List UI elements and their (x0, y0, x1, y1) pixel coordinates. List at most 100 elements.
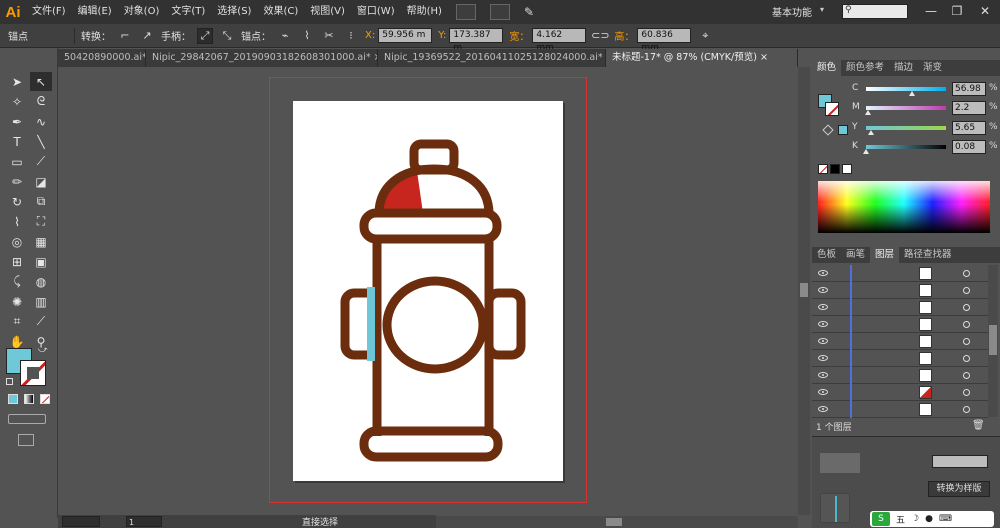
artboard-tool-icon[interactable]: ⌗ (6, 312, 28, 331)
target-circle-icon[interactable] (963, 338, 970, 345)
visibility-eye-icon[interactable] (818, 287, 828, 293)
target-circle-icon[interactable] (963, 389, 970, 396)
curvature-tool-icon[interactable]: ∿ (30, 112, 52, 131)
layers-scroll-thumb[interactable] (989, 325, 997, 355)
cyan-slider[interactable]: C 56.98 % (852, 82, 1000, 98)
hydrant-right-valve[interactable] (484, 288, 526, 360)
connect-anchor-icon[interactable]: ⌇ (299, 28, 315, 44)
visibility-eye-icon[interactable] (818, 355, 828, 361)
align-anchors-icon[interactable]: ⁝ (343, 28, 359, 44)
tab-gradient[interactable]: 渐变 (918, 60, 947, 76)
tab-document-2[interactable]: Nipic_29842067_20190903182608301000.ai* … (146, 49, 378, 67)
yellow-slider[interactable]: Y 5.65 % (852, 121, 1000, 137)
target-circle-icon[interactable] (963, 406, 970, 413)
tab-document-active[interactable]: 未标题-17* @ 87% (CMYK/预览) × (606, 49, 798, 67)
vertical-scroll-thumb[interactable] (800, 283, 808, 297)
visibility-eye-icon[interactable] (818, 304, 828, 310)
cyan-slider-knob[interactable] (908, 91, 915, 96)
layers-scrollbar[interactable] (988, 265, 998, 417)
menu-view[interactable]: 视图(V) (304, 0, 351, 24)
selection-tool-icon[interactable]: ➤ (6, 72, 28, 91)
target-circle-icon[interactable] (963, 287, 970, 294)
hydrant-body[interactable] (372, 239, 494, 436)
cyan-value-field[interactable]: 56.98 (952, 82, 986, 96)
target-circle-icon[interactable] (963, 304, 970, 311)
artboard-canvas[interactable] (58, 67, 798, 515)
symbol-sprayer-tool-icon[interactable]: ✺ (6, 292, 28, 311)
target-circle-icon[interactable] (963, 321, 970, 328)
black-value-field[interactable]: 0.08 (952, 140, 986, 154)
pen-tool-icon[interactable]: ✒ (6, 112, 28, 131)
black-slider[interactable]: K 0.08 % (852, 140, 1000, 156)
menu-window[interactable]: 窗口(W) (351, 0, 401, 24)
tab-color[interactable]: 颜色 (812, 60, 842, 76)
visibility-eye-icon[interactable] (818, 406, 828, 412)
black-color-swatch[interactable] (830, 164, 840, 174)
color-mode-button[interactable] (8, 394, 18, 404)
tab-document-1[interactable]: 50420890000.ai* × (58, 49, 146, 67)
scale-tool-icon[interactable]: ⧉ (30, 192, 52, 211)
list-item[interactable] (812, 316, 988, 333)
help-search-input[interactable]: ⚲ (842, 4, 908, 19)
blend-tool-icon[interactable]: ◍ (30, 272, 52, 291)
slice-tool-icon[interactable]: ⟋ (30, 312, 52, 331)
default-fill-stroke-icon[interactable] (6, 378, 13, 385)
minimize-button[interactable]: — (920, 2, 942, 20)
convert-smooth-icon[interactable]: ↗ (139, 28, 155, 44)
menu-select[interactable]: 选择(S) (211, 0, 257, 24)
magenta-slider-knob[interactable] (864, 110, 871, 115)
link-proportions-icon[interactable]: ⊂⊃ (591, 28, 609, 44)
none-color-swatch[interactable] (818, 164, 828, 174)
pencil-tool-icon[interactable]: ✏ (6, 172, 28, 191)
convert-corner-icon[interactable]: ⌐ (117, 28, 133, 44)
menu-edit[interactable]: 编辑(E) (72, 0, 118, 24)
arrange-documents-icon[interactable] (489, 4, 510, 20)
list-item[interactable] (812, 367, 988, 384)
stroke-color-swatch[interactable] (20, 360, 46, 386)
menu-file[interactable]: 文件(F) (26, 0, 72, 24)
workspace-switcher[interactable]: 基本功能 (772, 4, 812, 19)
hide-handles-icon[interactable]: ⤡ (219, 28, 235, 44)
bridge-icon[interactable] (455, 4, 476, 20)
direct-selection-tool-icon[interactable]: ↖ (30, 72, 52, 91)
gradient-mode-button[interactable] (24, 394, 34, 404)
eraser-tool-icon[interactable]: ◪ (30, 172, 52, 191)
swap-fill-stroke-icon[interactable]: ⤻ (38, 345, 48, 355)
magenta-value-field[interactable]: 2.2 (952, 101, 986, 115)
trash-icon[interactable]: 🗑 (972, 420, 985, 431)
white-color-swatch[interactable] (842, 164, 852, 174)
hydrant-base[interactable] (359, 426, 503, 462)
menu-effect[interactable]: 效果(C) (257, 0, 304, 24)
rectangle-tool-icon[interactable]: ▭ (6, 152, 28, 171)
visibility-eye-icon[interactable] (818, 321, 828, 327)
tab-layers[interactable]: 图层 (870, 247, 900, 263)
tab-swatches[interactable]: 色板 (812, 247, 841, 263)
black-slider-knob[interactable] (863, 149, 870, 154)
opacity-field[interactable] (932, 455, 988, 468)
color-panel-stroke-swatch[interactable] (825, 102, 839, 116)
tab-document-3[interactable]: Nipic_19369522_20160411025128024000.ai* … (378, 49, 606, 67)
artboard-navigation[interactable]: 1 (126, 516, 162, 527)
zoom-field[interactable] (62, 516, 100, 527)
fire-hydrant-illustration[interactable] (293, 101, 563, 481)
free-transform-tool-icon[interactable]: ⛶ (30, 212, 52, 231)
ime-mode-icon[interactable]: 五 (896, 513, 905, 526)
target-circle-icon[interactable] (963, 270, 970, 277)
list-item[interactable] (812, 384, 988, 401)
tab-color-guide[interactable]: 颜色参考 (841, 60, 889, 76)
y-coordinate-field[interactable]: 173.387 m (449, 28, 504, 53)
rotate-tool-icon[interactable]: ↻ (6, 192, 28, 211)
web-safe-swatch[interactable] (838, 125, 848, 135)
x-coordinate-field[interactable]: 59.956 m (378, 28, 433, 43)
make-template-button[interactable]: 转换为样版 (928, 481, 990, 497)
hydrant-left-valve-accent[interactable] (367, 287, 375, 361)
type-tool-icon[interactable]: T (6, 132, 28, 151)
vertical-scrollbar[interactable] (798, 67, 810, 515)
workspace-chevron-icon[interactable]: ▾ (820, 5, 824, 14)
tab-pathfinder[interactable]: 路径查找器 (899, 247, 957, 263)
hydrant-center-cap[interactable] (382, 276, 488, 374)
list-item[interactable] (812, 265, 988, 282)
ime-toolbar[interactable]: S 五 ☽ ● ⌨ (870, 511, 994, 527)
visibility-eye-icon[interactable] (818, 372, 828, 378)
list-item[interactable] (812, 401, 988, 418)
